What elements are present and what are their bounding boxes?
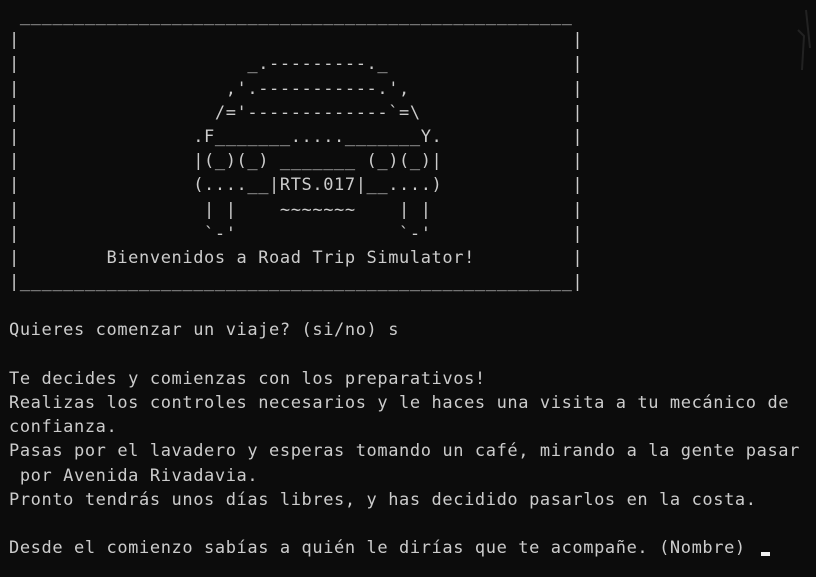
banner-line: | |	[9, 30, 584, 51]
output-line: Pasas por el lavadero y esperas tomando …	[9, 441, 800, 462]
prompt-text: Desde el comienzo sabías a quién le dirí…	[9, 538, 757, 559]
output-line: confianza.	[9, 417, 118, 438]
welcome-banner: ________________________________________…	[9, 4, 816, 294]
banner-line: | `-' `-' |	[9, 223, 584, 244]
input-prompt-line[interactable]: Desde el comienzo sabías a quién le dirí…	[9, 536, 816, 560]
console-window[interactable]: ________________________________________…	[0, 0, 816, 577]
banner-line: | (....__|RTS.017|__....) |	[9, 175, 584, 196]
output-line: Te decides y comienzas con los preparati…	[9, 368, 486, 389]
banner-title-line: | Bienvenidos a Road Trip Simulator! |	[9, 247, 584, 268]
output-line: Quieres comenzar un viaje? (si/no) s	[9, 320, 400, 341]
banner-line: | | | ~~~~~~~ | | |	[9, 199, 584, 220]
banner-line: ________________________________________…	[9, 6, 573, 26]
text-cursor	[760, 552, 770, 557]
banner-line: | /='-------------`=\ |	[9, 102, 584, 123]
banner-line: | |(_)(_) _______ (_)(_)| |	[9, 151, 584, 172]
banner-line: | ,'.-----------.', |	[9, 78, 584, 99]
banner-line: | _.---------._ |	[9, 54, 584, 75]
output-line: Pronto tendrás unos días libres, y has d…	[9, 489, 757, 510]
output-line: por Avenida Rivadavia.	[9, 465, 259, 486]
output-line: Realizas los controles necesarios y le h…	[9, 393, 790, 413]
window-edge-decoration	[797, 9, 811, 71]
banner-line: | .F_______....._______Y. |	[9, 126, 584, 147]
console-output: Quieres comenzar un viaje? (si/no) s Te …	[9, 294, 816, 536]
banner-line: |_______________________________________…	[9, 272, 584, 293]
